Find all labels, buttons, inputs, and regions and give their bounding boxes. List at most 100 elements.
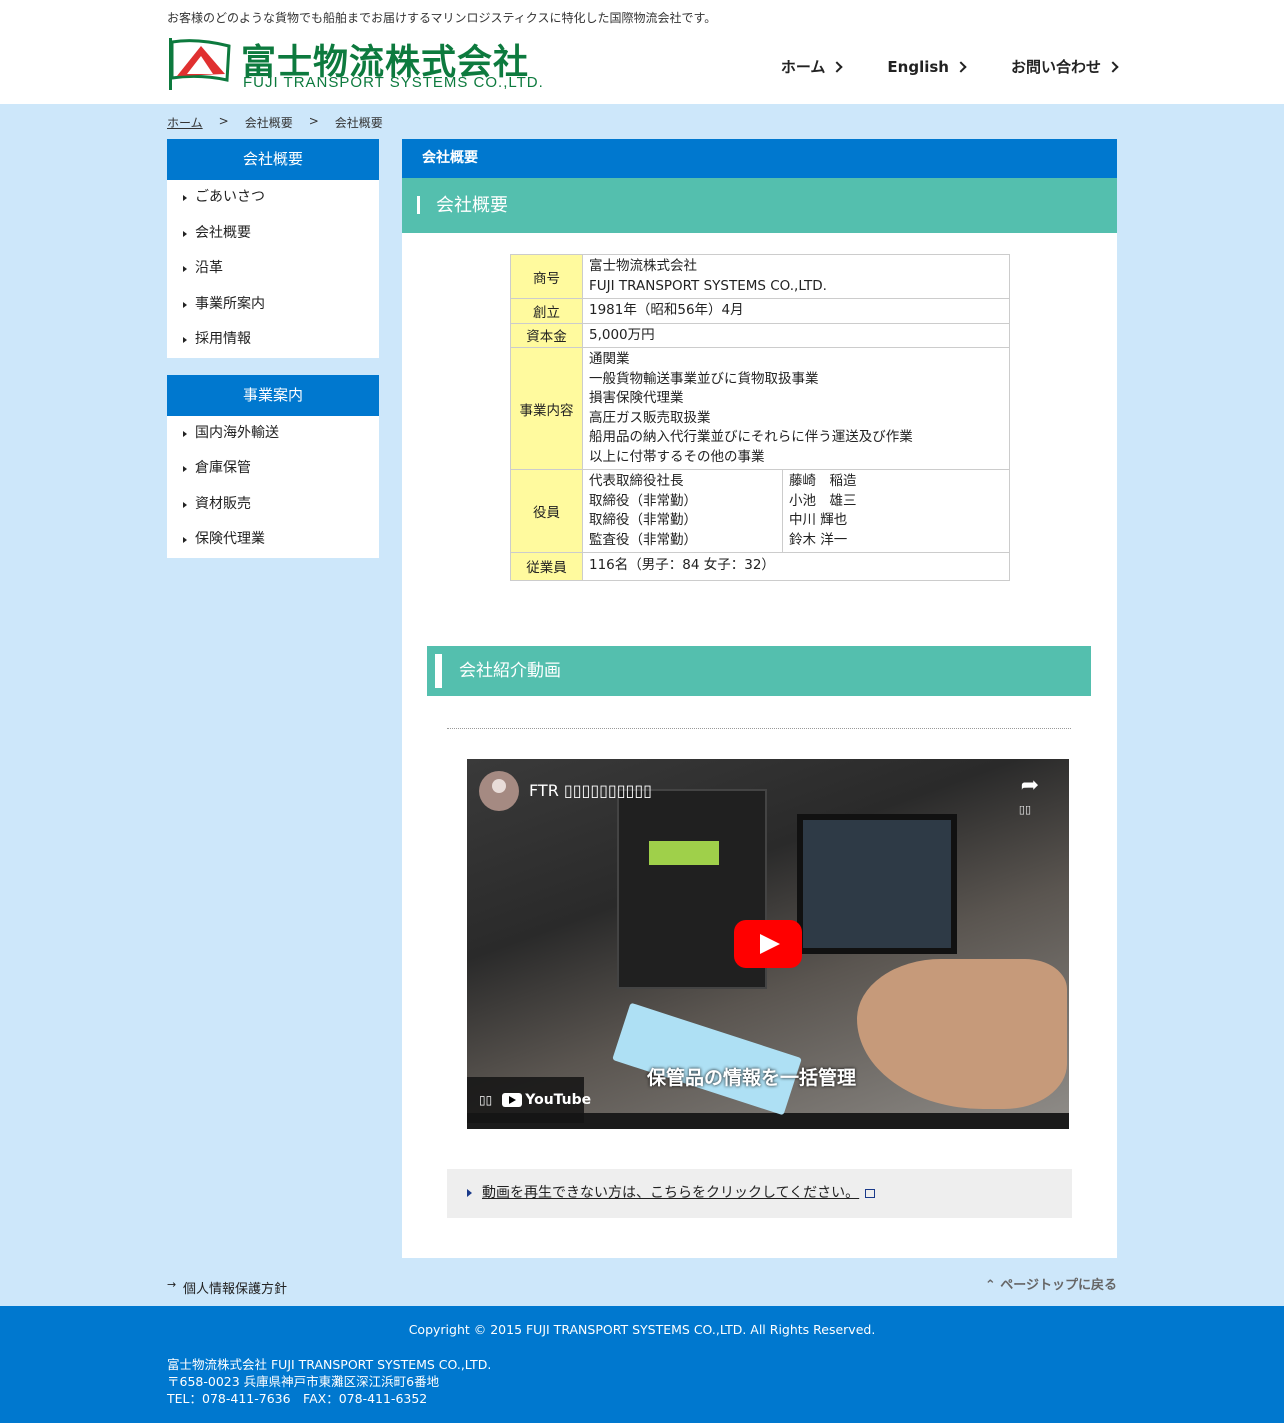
officer-name: 鈴木 洋一 [789,531,848,548]
global-nav: ホーム English お問い合わせ [735,56,1119,77]
table-cell: 藤崎 稲造 小池 雄三 中川 輝也 鈴木 洋一 [782,469,1010,553]
breadcrumb-separator: > [308,114,319,128]
sidebar-item-materials[interactable]: 資材販売 [167,487,379,523]
watch-on-youtube-button[interactable]: ▯▯ YouTube [467,1077,591,1123]
breadcrumb-current: 会社概要 [334,116,383,130]
officer-title: 取締役（非常勤） [589,512,697,528]
page-top-link[interactable]: ⌃ ページトップに戻る [985,1274,1117,1293]
card-image [612,1002,802,1116]
section-heading: 会社概要 [402,178,1117,233]
logo-text-en: FUJI TRANSPORT SYSTEMS CO.,LTD. [243,74,544,91]
table-row: 創立 1981年（昭和56年）4月 [510,298,1010,324]
page-title: 会社概要 [402,139,1117,178]
footer-address: 富士物流株式会社 FUJI TRANSPORT SYSTEMS CO.,LTD.… [167,1356,491,1407]
table-row: 役員 代表取締役社長 取締役（非常勤） 取締役（非常勤） 監査役（非常勤） 藤崎… [510,469,1010,553]
video-caption: 保管品の情報を一括管理 [647,1067,857,1089]
sidebar-business-heading[interactable]: 事業案内 [167,374,379,416]
company-name-jp: 富士物流株式会社 [589,258,697,274]
site-footer: Copyright © 2015 FUJI TRANSPORT SYSTEMS … [0,1306,1284,1423]
youtube-embed[interactable]: FTR ▯▯▯▯▯▯▯▯▯▯ ➦ ▯▯ 保管品の情報を一括管理 ▯▯ YouTu… [467,759,1069,1129]
officer-name: 小池 雄三 [789,492,857,509]
hand-image [857,959,1067,1109]
chevron-right-icon [955,60,967,73]
sidebar-item-offices[interactable]: 事業所案内 [167,287,379,323]
table-label: 創立 [510,298,583,324]
nav-contact-label: お問い合わせ [1010,58,1101,76]
main-content: 会社概要 会社概要 商号 富士物流株式会社 FUJI TRANSPORT SYS… [402,139,1117,1258]
breadcrumb-home[interactable]: ホーム [167,114,203,131]
page-top-label: ページトップに戻る [1000,1278,1117,1293]
sidebar-company-menu: 会社概要 ごあいさつ 会社概要 沿革 事業所案内 採用情報 [167,139,379,358]
chevron-right-icon [831,60,844,73]
breadcrumb-separator: > [218,114,229,128]
officer-title: 代表取締役社長 [589,473,684,489]
nav-home-label: ホーム [780,58,826,76]
table-label: 従業員 [510,552,583,581]
nav-english-label: English [887,57,949,76]
table-row: 従業員 116名（男子：84 女子：32） [510,552,1010,581]
copyright: Copyright © 2015 FUJI TRANSPORT SYSTEMS … [408,1322,876,1337]
youtube-logo-icon: YouTube [502,1092,591,1108]
arrow-up-icon: ⌃ [984,1278,1001,1293]
business-line: 通関業 [589,351,630,367]
sidebar-item-transport[interactable]: 国内海外輸送 [167,416,379,452]
sidebar-item-recruit[interactable]: 採用情報 [167,322,379,358]
table-label: 商号 [510,254,583,299]
table-row: 商号 富士物流株式会社 FUJI TRANSPORT SYSTEMS CO.,L… [510,254,1010,299]
table-cell: 5,000万円 [582,322,1010,348]
table-cell: 代表取締役社長 取締役（非常勤） 取締役（非常勤） 監査役（非常勤） [582,469,783,553]
watch-label: ▯▯ [479,1093,493,1107]
business-line: 一般貨物輸送事業並びに貨物取扱事業 [589,370,819,387]
sidebar-business-menu: 事業案内 国内海外輸送 倉庫保管 資材販売 保険代理業 [167,374,379,558]
chevron-right-icon [1107,60,1119,73]
nav-contact[interactable]: お問い合わせ [1010,56,1119,77]
alt-video-link[interactable]: 動画を再生できない方は、こちらをクリックしてください。 [482,1185,859,1201]
business-line: 以上に付帯するその他の事業 [589,448,765,465]
company-info-table: 商号 富士物流株式会社 FUJI TRANSPORT SYSTEMS CO.,L… [510,254,1010,581]
company-logo[interactable]: 富士物流株式会社 FUJI TRANSPORT SYSTEMS CO.,LTD. [167,36,547,94]
breadcrumb-level1: 会社概要 [244,116,293,130]
sidebar-item-insurance[interactable]: 保険代理業 [167,522,379,558]
privacy-policy-link[interactable]: 個人情報保護方針 [167,1278,287,1297]
sidebar-company-heading[interactable]: 会社概要 [167,139,379,180]
business-line: 船用品の納入代行業並びにそれらに伴う運送及び作業 [589,429,913,445]
alt-video-link-box: 動画を再生できない方は、こちらをクリックしてください。 [447,1169,1072,1218]
video-section-heading: 会社紹介動画 [427,646,1091,696]
table-cell: 1981年（昭和56年）4月 [582,298,1010,324]
site-header: お客様のどのような貨物でも船舶までお届けするマリンロジスティクスに特化した国際物… [0,0,1284,104]
table-label: 資本金 [510,322,583,348]
table-label: 事業内容 [510,347,583,470]
share-label[interactable]: ▯▯ [1019,803,1031,816]
officer-title: 監査役（非常勤） [589,531,697,548]
table-cell: 通関業 一般貨物輸送事業並びに貨物取扱事業 損害保険代理業 高圧ガス販売取扱業 … [582,347,1010,470]
sidebar-item-greeting[interactable]: ごあいさつ [167,180,379,216]
sidebar-item-history[interactable]: 沿革 [167,251,379,287]
footer-postal-address: 〒658-0023 兵庫県神戸市東灘区深江浜町6番地 [167,1374,440,1389]
play-button-icon[interactable] [734,920,802,968]
divider [447,728,1071,729]
officer-name: 藤崎 稲造 [789,473,857,489]
video-title[interactable]: FTR ▯▯▯▯▯▯▯▯▯▯ [529,781,652,800]
sidebar-item-warehouse[interactable]: 倉庫保管 [167,451,379,487]
footer-company: 富士物流株式会社 FUJI TRANSPORT SYSTEMS CO.,LTD. [167,1357,492,1372]
business-line: 高圧ガス販売取扱業 [589,409,711,426]
nav-home[interactable]: ホーム [780,56,844,77]
breadcrumb: ホーム > 会社概要 > 会社概要 [167,114,383,131]
share-icon[interactable]: ➦ [1021,773,1039,798]
table-row: 事業内容 通関業 一般貨物輸送事業並びに貨物取扱事業 損害保険代理業 高圧ガス販… [510,347,1010,470]
sidebar: 会社概要 ごあいさつ 会社概要 沿革 事業所案内 採用情報 事業案内 国内海外輸… [167,139,379,575]
officer-name: 中川 輝也 [789,512,848,528]
tagline: お客様のどのような貨物でも船舶までお届けするマリンロジスティクスに特化した国際物… [167,11,717,25]
nav-english[interactable]: English [887,56,967,77]
external-window-icon [865,1188,876,1198]
table-cell: 富士物流株式会社 FUJI TRANSPORT SYSTEMS CO.,LTD. [582,254,1010,299]
sidebar-item-overview[interactable]: 会社概要 [167,216,379,252]
youtube-label: YouTube [525,1092,592,1108]
table-row: 資本金 5,000万円 [510,322,1010,348]
channel-avatar-icon[interactable] [479,771,519,811]
flag-logo-icon [169,38,231,90]
table-label: 役員 [510,469,583,553]
company-name-en: FUJI TRANSPORT SYSTEMS CO.,LTD. [589,277,827,294]
footer-contact: TEL：078-411-7636 FAX：078-411-6352 [167,1391,428,1406]
table-cell: 116名（男子：84 女子：32） [582,552,1010,581]
